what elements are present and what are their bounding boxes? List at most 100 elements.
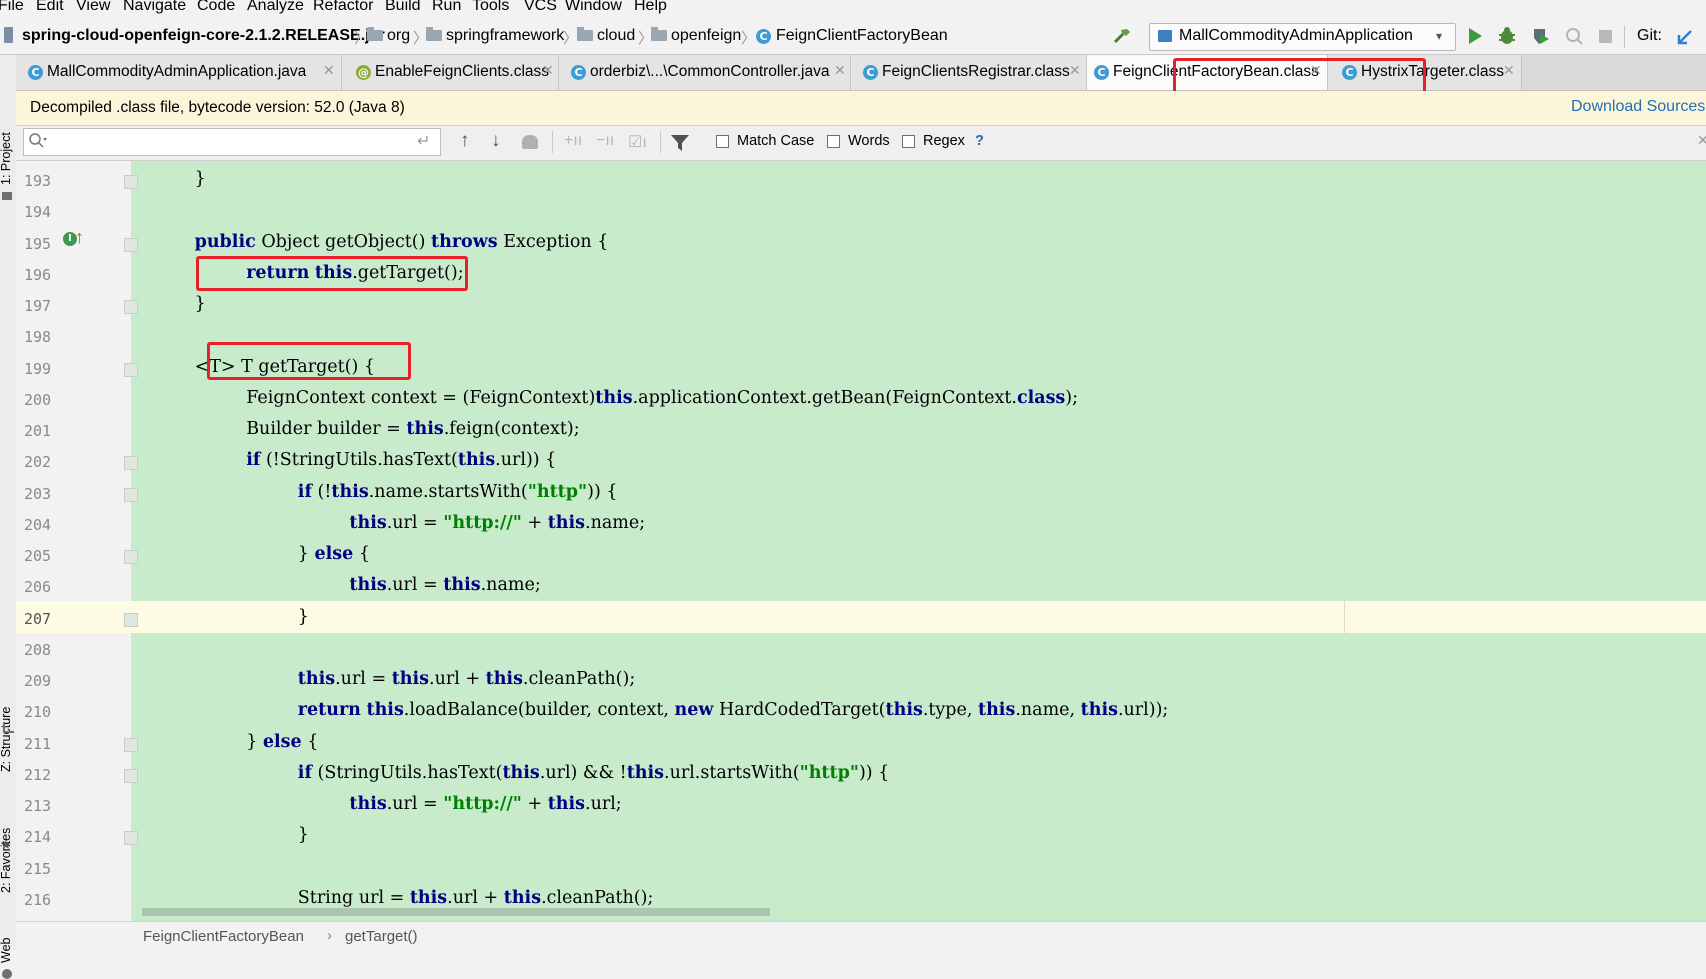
code-line[interactable]: if (!StringUtils.hasText(this.url)) { bbox=[246, 450, 556, 470]
close-icon[interactable]: ✕ bbox=[1069, 62, 1081, 79]
code-line[interactable]: public Object getObject() throws Excepti… bbox=[195, 232, 609, 252]
code-line[interactable]: } bbox=[298, 607, 309, 627]
code-line[interactable]: } else { bbox=[298, 544, 370, 564]
code-line[interactable]: this.url = this.name; bbox=[349, 575, 540, 595]
breadcrumb-package-springframework[interactable]: springframework bbox=[446, 27, 564, 45]
line-number: 210 bbox=[24, 703, 52, 722]
run-configuration-select[interactable]: MallCommodityAdminApplication ▾ bbox=[1149, 23, 1456, 51]
tab-enable-feign-clients[interactable]: @ EnableFeignClients.class ✕ bbox=[342, 55, 559, 90]
fold-marker-icon[interactable] bbox=[124, 362, 138, 377]
match-case-checkbox[interactable] bbox=[716, 135, 729, 148]
menu-build[interactable]: Build bbox=[385, 0, 421, 15]
menu-file[interactable]: File bbox=[0, 0, 24, 15]
match-case-label[interactable]: Match Case bbox=[737, 133, 814, 149]
override-arrow-icon[interactable]: ↑ bbox=[75, 228, 84, 246]
code-line[interactable]: if (!this.name.startsWith("http")) { bbox=[298, 482, 618, 502]
code-line[interactable]: if (StringUtils.hasText(this.url) && !th… bbox=[298, 763, 890, 783]
debug-icon[interactable] bbox=[1497, 26, 1517, 50]
breadcrumb-class[interactable]: FeignClientFactoryBean bbox=[776, 27, 948, 45]
enter-icon: ↵ bbox=[417, 133, 431, 150]
tab-mall-commodity-admin-application[interactable]: C MallCommodityAdminApplication.java ✕ bbox=[16, 55, 342, 90]
menu-refactor[interactable]: Refactor bbox=[313, 0, 373, 15]
fold-marker-icon[interactable] bbox=[124, 768, 138, 783]
close-icon[interactable]: ✕ bbox=[1503, 62, 1515, 79]
words-label[interactable]: Words bbox=[848, 133, 890, 149]
previous-occurrence-icon[interactable]: ↑ bbox=[460, 130, 470, 152]
menu-run[interactable]: Run bbox=[432, 0, 461, 15]
code-line[interactable]: String url = this.url + this.cleanPath()… bbox=[298, 888, 654, 908]
tab-feign-clients-registrar[interactable]: C FeignClientsRegistrar.class ✕ bbox=[851, 55, 1087, 90]
fold-marker-icon[interactable] bbox=[124, 456, 138, 471]
find-all-occurrences-icon[interactable] bbox=[522, 135, 538, 149]
add-selection-icon[interactable]: +ıı bbox=[564, 132, 582, 150]
code-line[interactable]: this.url = "http://" + this.url; bbox=[349, 794, 621, 814]
fold-marker-icon[interactable] bbox=[124, 550, 138, 564]
words-checkbox[interactable] bbox=[827, 135, 840, 148]
code-line[interactable]: return this.loadBalance(builder, context… bbox=[298, 700, 1169, 720]
code-line[interactable]: } else { bbox=[246, 732, 318, 752]
menu-view[interactable]: View bbox=[76, 0, 110, 15]
structure-tool-button[interactable]: Z: Structure bbox=[0, 707, 13, 772]
close-find-bar-icon[interactable]: ✕ bbox=[1697, 132, 1706, 149]
fold-marker-icon[interactable] bbox=[124, 831, 138, 846]
fold-marker-icon[interactable] bbox=[124, 487, 138, 502]
run-with-coverage-icon[interactable] bbox=[1531, 26, 1551, 50]
code-line[interactable]: } bbox=[298, 825, 309, 845]
structure-icon bbox=[3, 722, 14, 733]
menu-window[interactable]: Window bbox=[565, 0, 622, 15]
code-line[interactable]: this.url = "http://" + this.name; bbox=[349, 513, 645, 533]
git-update-icon[interactable] bbox=[1676, 28, 1694, 50]
menu-vcs[interactable]: VCS bbox=[524, 0, 557, 15]
code-line[interactable]: FeignContext context = (FeignContext)thi… bbox=[246, 388, 1078, 408]
regex-checkbox[interactable] bbox=[902, 135, 915, 148]
menu-edit[interactable]: Edit bbox=[36, 0, 64, 15]
menu-help[interactable]: Help bbox=[634, 0, 667, 15]
regex-label[interactable]: Regex bbox=[923, 133, 965, 149]
web-tool-button[interactable]: Web bbox=[0, 938, 13, 963]
menu-tools[interactable]: Tools bbox=[472, 0, 509, 15]
chevron-right-icon: 〉 bbox=[741, 30, 757, 47]
search-input[interactable]: ↵ bbox=[23, 128, 441, 156]
build-hammer-icon[interactable] bbox=[1112, 25, 1134, 51]
regex-help-icon[interactable]: ? bbox=[975, 133, 984, 149]
menu-navigate[interactable]: Navigate bbox=[123, 0, 186, 15]
tab-common-controller[interactable]: C orderbiz\...\CommonController.java ✕ bbox=[559, 55, 851, 90]
breadcrumb-package-cloud[interactable]: cloud bbox=[597, 27, 635, 45]
next-occurrence-icon[interactable]: ↓ bbox=[491, 130, 501, 152]
select-all-occurrences-icon[interactable]: ☑ı bbox=[628, 132, 647, 152]
code-line[interactable]: } bbox=[195, 294, 206, 314]
remove-selection-icon[interactable]: −ıı bbox=[596, 132, 614, 150]
code-line[interactable]: this.url = this.url + this.cleanPath(); bbox=[298, 669, 635, 689]
close-icon[interactable]: ✕ bbox=[542, 62, 554, 79]
code-line[interactable]: } bbox=[195, 169, 206, 189]
line-number: 212 bbox=[24, 765, 52, 784]
code-line[interactable]: Builder builder = this.feign(context); bbox=[246, 419, 579, 439]
fold-marker-icon[interactable] bbox=[124, 612, 138, 627]
close-icon[interactable]: ✕ bbox=[834, 62, 846, 79]
filter-icon[interactable] bbox=[670, 134, 692, 158]
menu-code[interactable]: Code bbox=[197, 0, 235, 15]
editor-tab-bar: C MallCommodityAdminApplication.java ✕ @… bbox=[16, 55, 1706, 91]
run-icon[interactable] bbox=[1466, 26, 1484, 50]
status-class-crumb[interactable]: FeignClientFactoryBean bbox=[143, 928, 304, 945]
breadcrumb-package-openfeign[interactable]: openfeign bbox=[671, 27, 741, 45]
stop-icon[interactable] bbox=[1599, 30, 1612, 43]
fold-marker-icon[interactable] bbox=[124, 300, 138, 314]
fold-marker-icon[interactable] bbox=[124, 237, 138, 252]
close-icon[interactable]: ✕ bbox=[323, 62, 335, 79]
chevron-down-icon: ▾ bbox=[1436, 29, 1443, 43]
breadcrumb-package-org[interactable]: org bbox=[387, 27, 410, 45]
menu-analyze[interactable]: Analyze bbox=[247, 0, 304, 15]
application-icon bbox=[1158, 30, 1172, 42]
breadcrumb-jar[interactable]: spring-cloud-openfeign-core-2.1.2.RELEAS… bbox=[22, 27, 385, 45]
fold-marker-icon[interactable] bbox=[124, 175, 138, 189]
horizontal-scrollbar-track[interactable] bbox=[771, 908, 1706, 916]
download-sources-link[interactable]: Download Sources bbox=[1571, 98, 1705, 116]
project-tool-button[interactable]: 1: Project bbox=[0, 132, 13, 185]
line-number: 199 bbox=[24, 359, 52, 378]
fold-marker-icon[interactable] bbox=[124, 737, 138, 752]
status-method-crumb[interactable]: getTarget() bbox=[345, 928, 418, 945]
decompiled-notice-banner: Decompiled .class file, bytecode version… bbox=[16, 91, 1706, 126]
profiler-icon[interactable] bbox=[1564, 26, 1584, 50]
horizontal-scrollbar-thumb[interactable] bbox=[142, 908, 770, 916]
